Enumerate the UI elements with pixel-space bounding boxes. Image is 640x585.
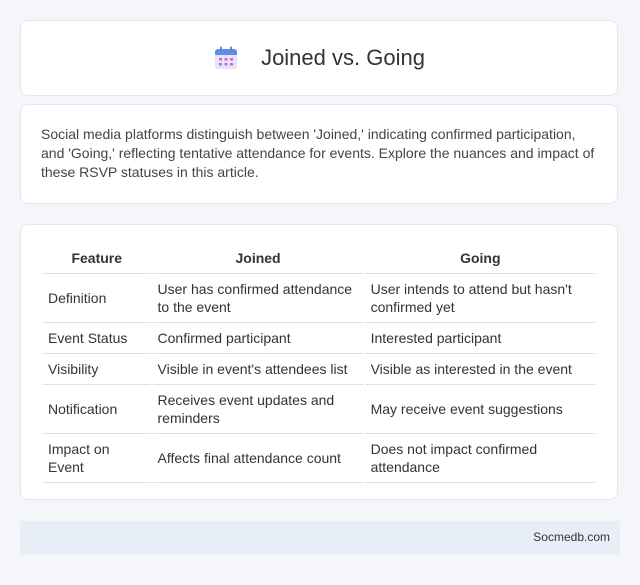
table-row: Event Status Confirmed participant Inter… bbox=[43, 323, 595, 354]
calendar-icon bbox=[213, 45, 239, 71]
header-feature: Feature bbox=[43, 243, 151, 274]
footer-site-link[interactable]: Socmedb.com bbox=[533, 530, 610, 544]
table-cell: Does not impact confirmed attendance bbox=[365, 434, 595, 483]
page-title: Joined vs. Going bbox=[261, 45, 425, 70]
table-cell: Notification bbox=[43, 385, 151, 434]
table-cell: Affects final attendance count bbox=[152, 434, 364, 483]
table-cell: Event Status bbox=[43, 323, 151, 354]
table-cell: Visibility bbox=[43, 354, 151, 385]
footer: Socmedb.com bbox=[20, 521, 620, 554]
comparison-table-card: Feature Joined Going Definition User has… bbox=[20, 224, 618, 500]
header-going: Going bbox=[365, 243, 595, 274]
table-header-row: Feature Joined Going bbox=[43, 243, 595, 274]
table-row: Impact on Event Affects final attendance… bbox=[43, 434, 595, 483]
intro-text: Social media platforms distinguish betwe… bbox=[41, 126, 595, 180]
table-row: Definition User has confirmed attendance… bbox=[43, 274, 595, 323]
table-cell: Visible as interested in the event bbox=[365, 354, 595, 385]
table-cell: May receive event suggestions bbox=[365, 385, 595, 434]
table-cell: Confirmed participant bbox=[152, 323, 364, 354]
table-cell: Visible in event's attendees list bbox=[152, 354, 364, 385]
table-cell: Receives event updates and reminders bbox=[152, 385, 364, 434]
table-row: Notification Receives event updates and … bbox=[43, 385, 595, 434]
table-row: Visibility Visible in event's attendees … bbox=[43, 354, 595, 385]
table-cell: User has confirmed attendance to the eve… bbox=[152, 274, 364, 323]
intro-card: Social media platforms distinguish betwe… bbox=[20, 104, 618, 204]
table-cell: Impact on Event bbox=[43, 434, 151, 483]
comparison-table: Feature Joined Going Definition User has… bbox=[41, 243, 597, 483]
table-cell: Interested participant bbox=[365, 323, 595, 354]
title-card: Joined vs. Going bbox=[20, 20, 618, 96]
header-joined: Joined bbox=[152, 243, 364, 274]
table-cell: Definition bbox=[43, 274, 151, 323]
table-cell: User intends to attend but hasn't confir… bbox=[365, 274, 595, 323]
